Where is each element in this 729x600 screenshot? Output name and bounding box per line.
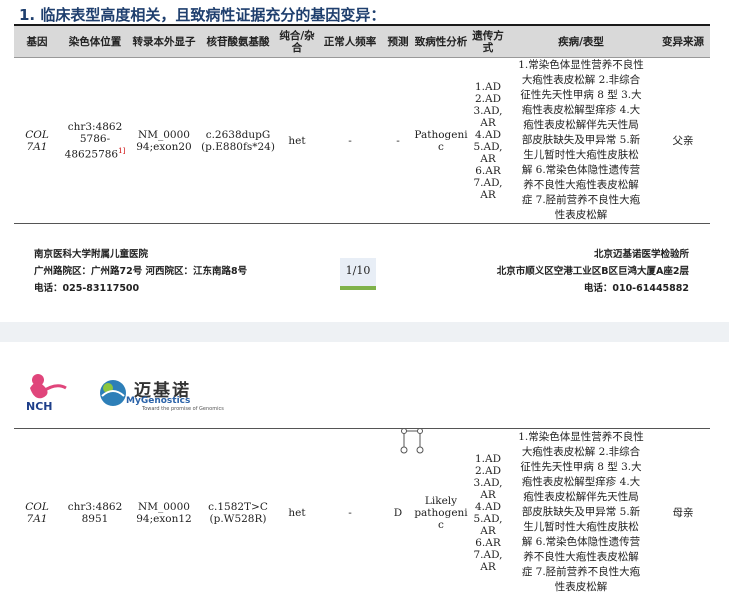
header-inheritance: 遗传方式 <box>470 26 506 58</box>
page-break <box>0 322 729 342</box>
page-number: 1/10 <box>340 258 376 290</box>
disease-line: 征性先天性甲病 8 型 3.大 <box>520 461 642 473</box>
inheritance-line: AR <box>480 524 496 537</box>
inheritance-line: 3.AD, <box>473 104 503 117</box>
footer-hospital-phone: 电话：025-83117500 <box>34 283 140 294</box>
disease-line: 养不良性大疱性表皮松解 <box>523 179 639 191</box>
footer-hospital-name: 南京医科大学附属儿童医院 <box>34 249 149 260</box>
disease-line: 解 6.常染色体隐性遗传营 <box>521 164 641 176</box>
disease-line: 疱性表皮松解型痒疹 4.大 <box>521 476 641 488</box>
table-row: COL 7A1 chr3:4862 8951 NM_0000 94;exon12… <box>14 428 710 596</box>
header-pathogenic: 致病性分析 <box>412 26 470 58</box>
header-nucleotide: 核苷酸氨基酸 <box>198 26 278 58</box>
origin-cell: 父亲 <box>672 134 694 147</box>
disease-line: 解 6.常染色体隐性遗传营 <box>521 536 641 548</box>
inheritance-line: 1.AD <box>474 452 502 465</box>
globe-icon <box>100 380 126 406</box>
disease-line: 1.常染色体显性营养不良性 <box>518 431 644 443</box>
table-header: 基因 染色体位置 转录本外显子 核苷酸氨基酸 纯合/杂合 正常人频率 预测 致病… <box>14 26 710 58</box>
inheritance-line: 2.AD <box>474 92 502 105</box>
disease-line: 大疱性表皮松解 2.非综合 <box>521 446 641 458</box>
disease-line: 部皮肤缺失及甲异常 5.新 <box>521 506 641 518</box>
inheritance-line: AR <box>480 116 496 129</box>
disease-line: 部皮肤缺失及甲异常 5.新 <box>521 134 641 146</box>
mygenostics-tagline: Toward the promise of Genomics <box>142 406 224 412</box>
header-gene: 基因 <box>14 26 60 58</box>
mygenostics-en-name: MyGenostics <box>126 396 191 406</box>
footer-lab-name: 北京迈基诺医学检验所 <box>593 249 689 260</box>
header-predict: 预测 <box>384 26 412 58</box>
disease-line: 生儿暂时性大疱性皮肤松 <box>523 521 639 533</box>
zygosity-cell: het <box>288 134 306 147</box>
footer-lab-address: 北京市顺义区空港工业区B区巨鸿大厦A座2层 <box>496 266 689 277</box>
pathogenic-cell: Pathogeni c <box>414 128 468 153</box>
disease-line: 疱性表皮松解伴先天性局 <box>523 491 639 503</box>
footer-hospital-address: 广州路院区：广州路72号 河西院区：江东南路8号 <box>34 266 248 277</box>
freq-cell: - <box>348 506 352 519</box>
inheritance-cell: 1.AD 2.AD 3.AD, AR 4.AD 5.AD, AR 6.AR 7.… <box>470 58 506 224</box>
nch-logo: NCH <box>22 372 70 413</box>
inheritance-line: AR <box>480 560 496 573</box>
inheritance-line: 5.AD, <box>473 140 503 153</box>
footer-lab-phone: 电话：010-61445882 <box>583 283 689 294</box>
disease-line: 症 7.胫前营养不良性大疱 <box>521 566 641 578</box>
transcript-cell: NM_0000 94;exon12 <box>136 500 192 525</box>
nucleotide-cell: c.1582T>C (p.W528R) <box>208 500 268 525</box>
disease-line: 1.常染色体显性营养不良性 <box>518 59 644 71</box>
chrom-cell: chr3:4862 5786-486257861] <box>60 58 130 224</box>
disease-line: 症 7.胫前营养不良性大疱 <box>521 194 641 206</box>
origin-cell: 母亲 <box>672 506 694 519</box>
table-row: COL 7A1 chr3:4862 5786-486257861] NM_000… <box>14 58 710 224</box>
disease-line: 征性先天性甲病 8 型 3.大 <box>520 89 642 101</box>
chrom-text: chr3:4862 5786-48625786 <box>64 120 123 161</box>
chrom-ref: 1] <box>118 146 126 155</box>
disease-line: 大疱性表皮松解 2.非综合 <box>521 74 641 86</box>
disease-line: 疱性表皮松解伴先天性局 <box>523 119 639 131</box>
inheritance-line: AR <box>480 152 496 165</box>
inheritance-line: 1.AD <box>474 80 502 93</box>
disease-cell: 1.常染色体显性营养不良性 大疱性表皮松解 2.非综合 征性先天性甲病 8 型 … <box>506 58 656 224</box>
inheritance-line: AR <box>480 488 496 501</box>
footer-lab: 北京迈基诺医学检验所 北京市顺义区空港工业区B区巨鸿大厦A座2层 电话：010-… <box>497 246 689 297</box>
disease-cell: 1.常染色体显性营养不良性 大疱性表皮松解 2.非综合 征性先天性甲病 8 型 … <box>506 429 656 597</box>
disease-line: 性表皮松解 <box>554 209 608 221</box>
inheritance-line: 7.AD, <box>473 548 503 561</box>
inheritance-line: 5.AD, <box>473 512 503 525</box>
zygosity-cell: het <box>288 506 306 519</box>
header-zygosity: 纯合/杂合 <box>278 26 316 58</box>
freq-cell: - <box>348 134 352 147</box>
inheritance-line: 7.AD, <box>473 176 503 189</box>
header-chrom: 染色体位置 <box>60 26 130 58</box>
disease-line: 性表皮松解 <box>554 581 608 593</box>
nch-logo-text: NCH <box>26 400 53 412</box>
gene-cell: COL 7A1 <box>25 128 49 153</box>
inheritance-line: 6.AR <box>475 536 501 549</box>
transcript-cell: NM_0000 94;exon20 <box>136 128 192 153</box>
inheritance-line: 4.AD <box>474 500 502 513</box>
inheritance-line: 6.AR <box>475 164 501 177</box>
header-transcript: 转录本外显子 <box>130 26 198 58</box>
chrom-cell: chr3:4862 8951 <box>67 500 123 525</box>
resize-handles[interactable] <box>397 426 427 456</box>
footer-hospital: 南京医科大学附属儿童医院 广州路院区：广州路72号 河西院区：江东南路8号 电话… <box>34 246 247 297</box>
inheritance-line: AR <box>480 188 496 201</box>
inheritance-cell: 1.AD 2.AD 3.AD, AR 4.AD 5.AD, AR 6.AR 7.… <box>470 429 506 597</box>
inheritance-line: 3.AD, <box>473 476 503 489</box>
inheritance-line: 2.AD <box>474 464 502 477</box>
predict-cell: - <box>396 134 400 147</box>
disease-line: 养不良性大疱性表皮松解 <box>523 551 639 563</box>
header-origin: 变异来源 <box>656 26 710 58</box>
disease-line: 疱性表皮松解型痒疹 4.大 <box>521 104 641 116</box>
gene-cell: COL 7A1 <box>25 500 49 525</box>
disease-line: 生儿暂时性大疱性皮肤松 <box>523 149 639 161</box>
header-freq: 正常人频率 <box>316 26 384 58</box>
nch-logo-icon: NCH <box>26 374 67 413</box>
section-title: 1. 临床表型高度相关，且致病性证据充分的基因变异： <box>19 6 386 24</box>
inheritance-line: 4.AD <box>474 128 502 141</box>
nucleotide-cell: c.2638dupG (p.E880fs*24) <box>201 128 275 153</box>
resize-handle-icon[interactable] <box>397 426 427 456</box>
header-disease: 疾病/表型 <box>506 26 656 58</box>
